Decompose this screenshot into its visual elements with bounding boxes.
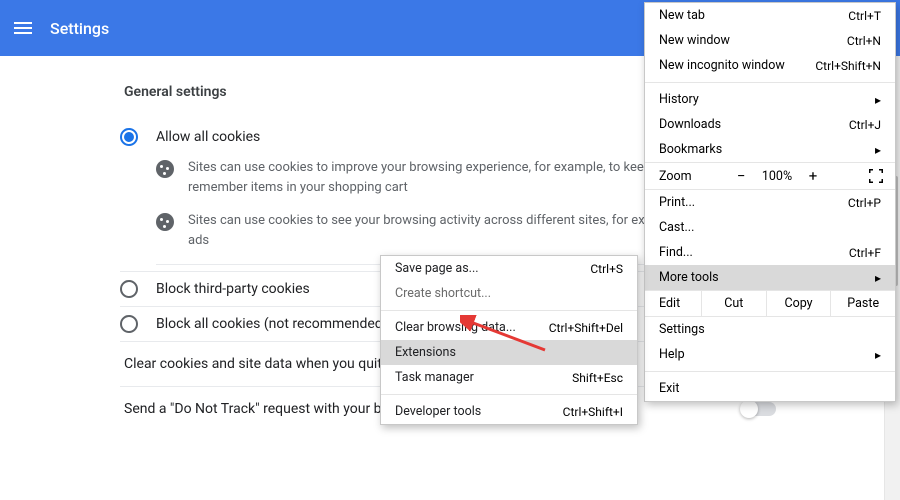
menu-new-incognito[interactable]: New incognito window Ctrl+Shift+N xyxy=(645,53,895,78)
menu-item-shortcut: Ctrl+Shift+I xyxy=(563,405,623,419)
menu-item-shortcut: Ctrl+P xyxy=(848,196,881,210)
menu-item-label: Print... xyxy=(659,195,695,210)
menu-item-label: Extensions xyxy=(395,345,456,360)
menu-new-window[interactable]: New window Ctrl+N xyxy=(645,28,895,53)
zoom-out-button[interactable]: − xyxy=(727,167,755,185)
switch[interactable] xyxy=(742,402,776,416)
option-label: Block all cookies (not recommended) xyxy=(156,316,388,332)
menu-more-tools[interactable]: More tools ▸ xyxy=(645,265,895,290)
page-title: Settings xyxy=(50,19,109,38)
edit-label: Edit xyxy=(645,291,701,316)
menu-separator xyxy=(381,394,637,395)
menu-separator xyxy=(381,310,637,311)
submenu-create-shortcut[interactable]: Create shortcut... xyxy=(381,281,637,306)
menu-item-label: Exit xyxy=(659,381,679,396)
chevron-right-icon: ▸ xyxy=(875,271,881,285)
submenu-extensions[interactable]: Extensions xyxy=(381,340,637,365)
cookie-icon xyxy=(156,160,174,178)
fullscreen-icon[interactable] xyxy=(865,167,887,185)
radio-icon[interactable] xyxy=(120,315,138,333)
option-label: Block third-party cookies xyxy=(156,281,310,297)
paste-button[interactable]: Paste xyxy=(830,291,895,316)
menu-item-label: New incognito window xyxy=(659,58,785,73)
option-label: Allow all cookies xyxy=(156,129,260,145)
menu-item-shortcut: Shift+Esc xyxy=(572,371,623,385)
menu-edit-row: Edit Cut Copy Paste xyxy=(645,290,895,317)
radio-icon[interactable] xyxy=(120,128,138,146)
menu-history[interactable]: History ▸ xyxy=(645,87,895,112)
menu-item-label: New window xyxy=(659,33,730,48)
menu-icon[interactable] xyxy=(14,22,32,34)
zoom-label: Zoom xyxy=(659,169,727,184)
menu-cast[interactable]: Cast... xyxy=(645,215,895,240)
radio-icon[interactable] xyxy=(120,280,138,298)
menu-item-shortcut: Ctrl+Shift+N xyxy=(815,59,881,73)
menu-separator xyxy=(645,371,895,372)
menu-item-shortcut: Ctrl+F xyxy=(849,246,881,260)
chevron-right-icon: ▸ xyxy=(875,143,881,157)
chevron-right-icon: ▸ xyxy=(875,348,881,362)
menu-item-label: Save page as... xyxy=(395,261,479,276)
menu-separator xyxy=(645,82,895,83)
submenu-developer-tools[interactable]: Developer tools Ctrl+Shift+I xyxy=(381,399,637,424)
submenu-task-manager[interactable]: Task manager Shift+Esc xyxy=(381,365,637,390)
menu-print[interactable]: Print... Ctrl+P xyxy=(645,190,895,215)
more-tools-submenu: Save page as... Ctrl+S Create shortcut..… xyxy=(380,255,638,425)
submenu-save-page[interactable]: Save page as... Ctrl+S xyxy=(381,256,637,281)
menu-item-shortcut: Ctrl+J xyxy=(849,118,881,132)
chevron-right-icon: ▸ xyxy=(875,93,881,107)
menu-item-label: Create shortcut... xyxy=(395,286,491,301)
menu-item-label: Developer tools xyxy=(395,404,481,419)
menu-bookmarks[interactable]: Bookmarks ▸ xyxy=(645,137,895,162)
chrome-menu: New tab Ctrl+T New window Ctrl+N New inc… xyxy=(644,2,896,402)
menu-new-tab[interactable]: New tab Ctrl+T xyxy=(645,3,895,28)
menu-item-label: Downloads xyxy=(659,117,721,132)
menu-help[interactable]: Help ▸ xyxy=(645,342,895,367)
menu-zoom: Zoom − 100% + xyxy=(645,162,895,190)
menu-item-label: History xyxy=(659,92,699,107)
menu-settings[interactable]: Settings xyxy=(645,317,895,342)
zoom-percent: 100% xyxy=(755,169,799,184)
cut-button[interactable]: Cut xyxy=(701,291,766,316)
menu-find[interactable]: Find... Ctrl+F xyxy=(645,240,895,265)
menu-item-label: Bookmarks xyxy=(659,142,722,157)
menu-item-label: Cast... xyxy=(659,220,694,235)
menu-exit[interactable]: Exit xyxy=(645,376,895,401)
menu-item-shortcut: Ctrl+Shift+Del xyxy=(549,321,623,335)
menu-item-shortcut: Ctrl+T xyxy=(848,9,881,23)
menu-item-label: New tab xyxy=(659,8,705,23)
menu-item-label: Clear browsing data... xyxy=(395,320,516,335)
cookie-icon xyxy=(156,213,174,231)
menu-item-label: More tools xyxy=(659,270,719,285)
menu-item-label: Find... xyxy=(659,245,693,260)
menu-item-shortcut: Ctrl+S xyxy=(590,262,623,276)
zoom-in-button[interactable]: + xyxy=(799,167,827,185)
copy-button[interactable]: Copy xyxy=(766,291,831,316)
menu-item-label: Help xyxy=(659,347,685,362)
submenu-clear-browsing[interactable]: Clear browsing data... Ctrl+Shift+Del xyxy=(381,315,637,340)
menu-item-shortcut: Ctrl+N xyxy=(847,34,881,48)
menu-downloads[interactable]: Downloads Ctrl+J xyxy=(645,112,895,137)
menu-item-label: Task manager xyxy=(395,370,474,385)
menu-item-label: Settings xyxy=(659,322,705,337)
